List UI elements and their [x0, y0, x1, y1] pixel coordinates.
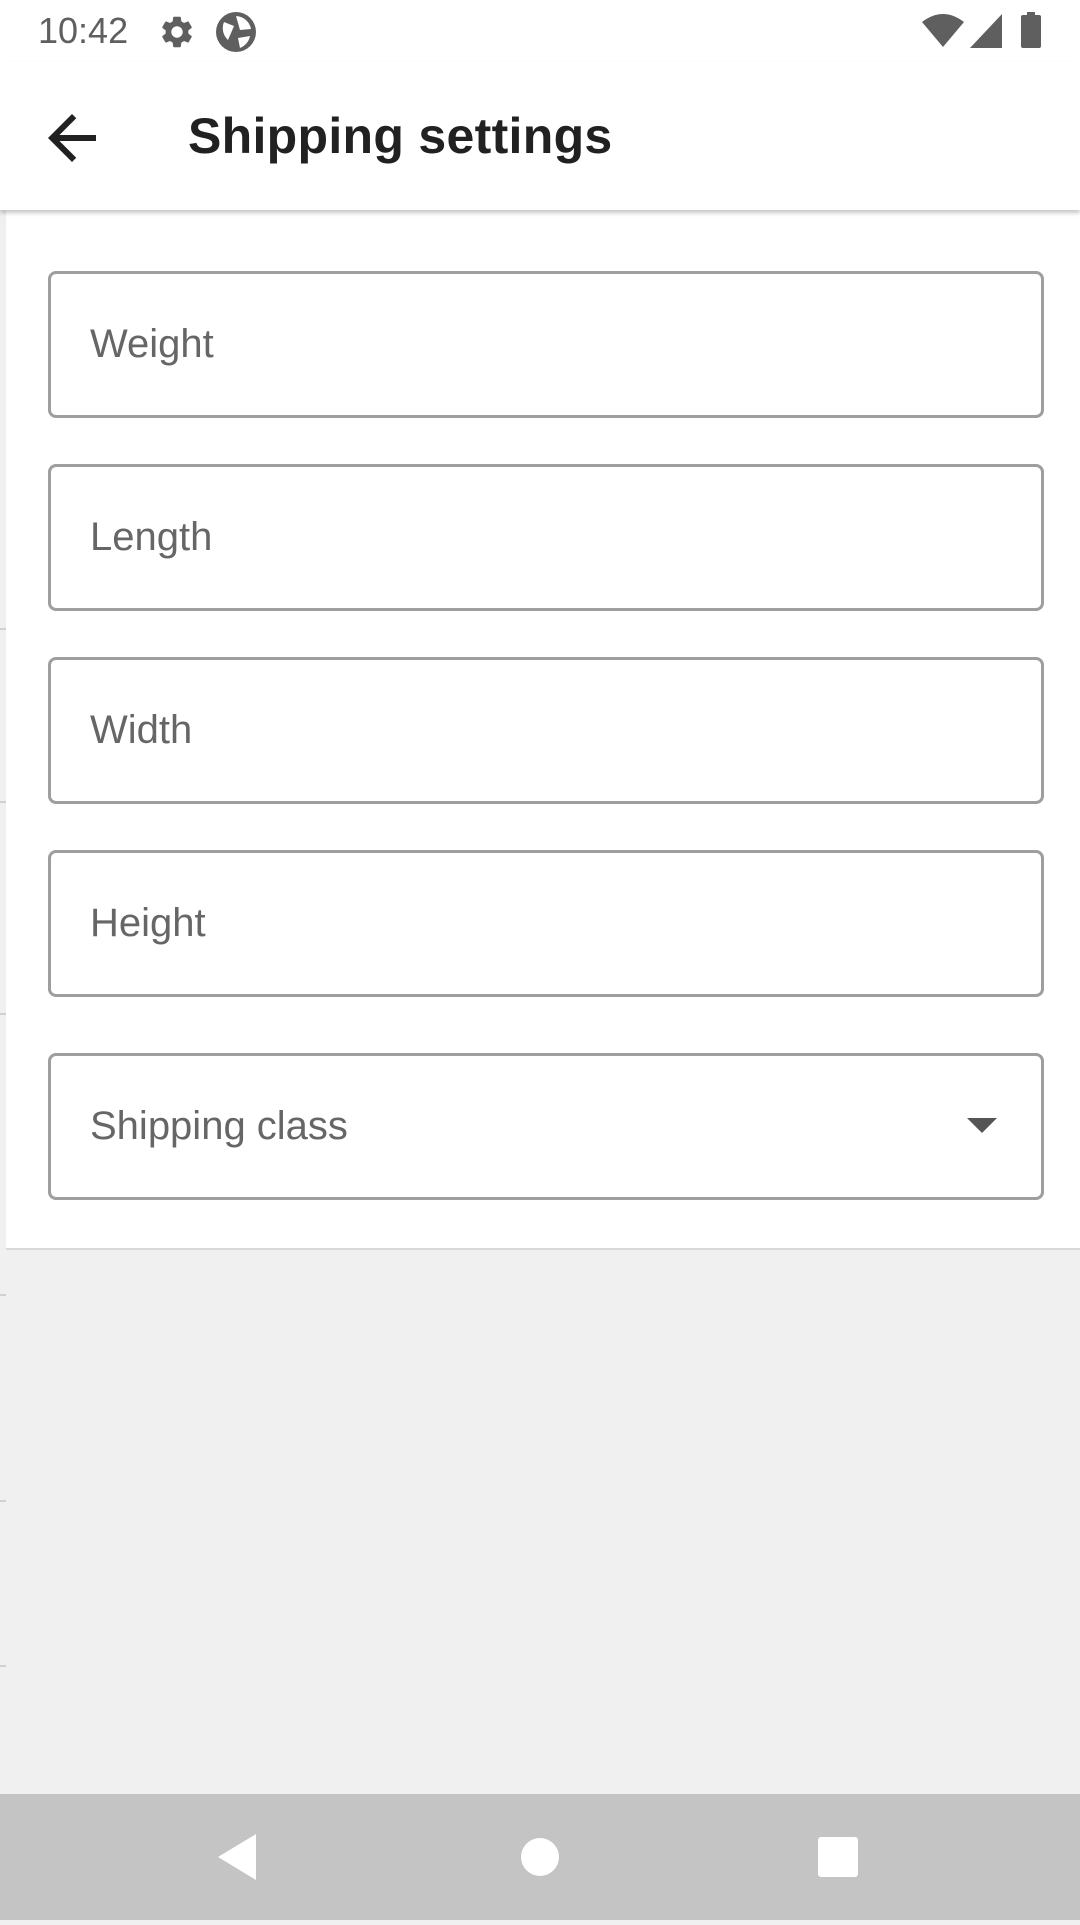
- wifi-icon: [922, 14, 964, 53]
- width-label: Width: [90, 708, 193, 752]
- length-label: Length: [90, 515, 213, 559]
- back-button[interactable]: [36, 102, 108, 174]
- weight-field[interactable]: Weight: [48, 271, 1044, 418]
- app-bar: Shipping settings: [0, 62, 1080, 210]
- width-field[interactable]: Width: [48, 657, 1044, 804]
- status-bar: 10:42: [0, 0, 1080, 62]
- recents-nav-icon: [778, 1837, 898, 1924]
- length-field[interactable]: Length: [48, 464, 1044, 611]
- dropdown-arrow-icon: [967, 1118, 997, 1133]
- edge-divider: [0, 1665, 6, 1667]
- navigation-bar: [0, 1794, 1080, 1920]
- edge-divider: [0, 1294, 6, 1296]
- page-title: Shipping settings: [188, 108, 613, 164]
- nav-home-button[interactable]: [480, 1794, 600, 1920]
- cell-signal-icon: [970, 14, 1002, 53]
- weight-label: Weight: [90, 322, 214, 366]
- height-field[interactable]: Height: [48, 850, 1044, 997]
- shipping-class-label: Shipping class: [90, 1104, 348, 1148]
- app-status-icon: [214, 10, 258, 59]
- arrow-back-icon: [36, 114, 108, 178]
- shipping-form: Weight Length Width Height Shipping clas…: [6, 210, 1080, 1250]
- settings-icon: [158, 13, 196, 56]
- nav-recents-button[interactable]: [778, 1794, 898, 1920]
- shipping-class-dropdown[interactable]: Shipping class: [48, 1053, 1044, 1200]
- home-nav-icon: [480, 1838, 600, 1924]
- status-time: 10:42: [38, 10, 129, 51]
- nav-back-button[interactable]: [178, 1794, 298, 1920]
- back-nav-icon: [178, 1834, 298, 1924]
- edge-divider: [0, 1500, 6, 1502]
- battery-icon: [1021, 12, 1041, 53]
- height-label: Height: [90, 901, 206, 945]
